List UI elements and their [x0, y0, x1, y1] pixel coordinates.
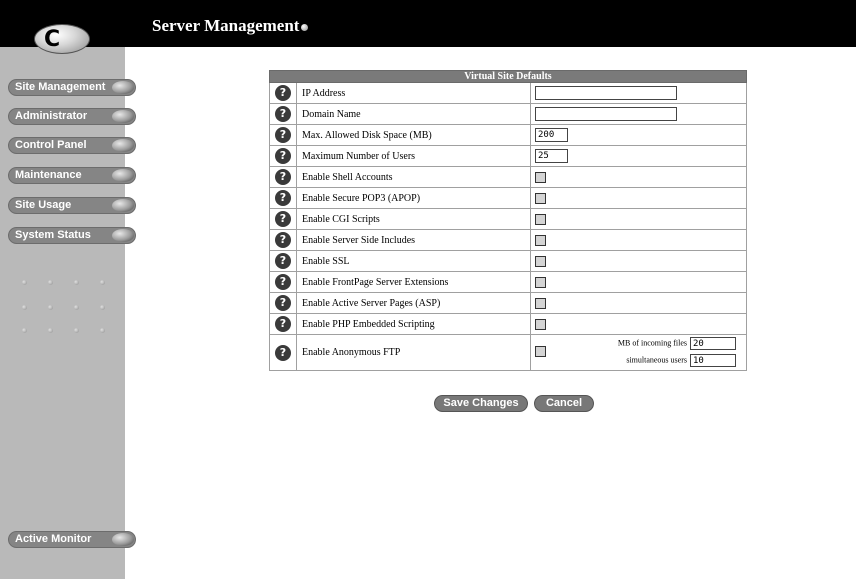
table-title: Virtual Site Defaults: [269, 70, 747, 83]
ftp-incoming-input[interactable]: [690, 337, 736, 350]
sidebar-item-active-monitor[interactable]: Active Monitor: [8, 531, 136, 548]
table-row: ? Maximum Number of Users: [269, 145, 747, 167]
help-icon[interactable]: ?: [275, 148, 291, 164]
decorative-dots: [22, 328, 118, 336]
apop-checkbox[interactable]: [535, 192, 546, 204]
knob-icon: [112, 139, 134, 152]
decorative-dots: [22, 280, 118, 288]
field-label: Enable PHP Embedded Scripting: [296, 313, 531, 335]
knob-icon: [112, 169, 134, 182]
knob-icon: [112, 229, 134, 242]
help-icon[interactable]: ?: [275, 85, 291, 101]
help-icon[interactable]: ?: [275, 316, 291, 332]
sidebar-item-label: Control Panel: [15, 139, 87, 151]
sidebar-item-site-usage[interactable]: Site Usage: [8, 197, 136, 214]
table-row: ? Enable Shell Accounts: [269, 166, 747, 188]
title-dot-icon: [301, 24, 308, 31]
sidebar-item-label: Maintenance: [15, 169, 82, 181]
help-icon[interactable]: ?: [275, 127, 291, 143]
help-icon[interactable]: ?: [275, 232, 291, 248]
help-icon[interactable]: ?: [275, 190, 291, 206]
sidebar-item-label: System Status: [15, 229, 91, 241]
ftp-users-input[interactable]: [690, 354, 736, 367]
decorative-dots: [22, 305, 118, 313]
table-row: ? Max. Allowed Disk Space (MB): [269, 124, 747, 146]
help-icon[interactable]: ?: [275, 211, 291, 227]
table-row: ? Enable CGI Scripts: [269, 208, 747, 230]
table-row: ? Enable SSL: [269, 250, 747, 272]
page-title: Server Management: [152, 16, 300, 35]
cobalt-logo-icon: C: [34, 24, 90, 54]
table-row: ? Enable Server Side Includes: [269, 229, 747, 251]
help-icon[interactable]: ?: [275, 295, 291, 311]
field-label: Domain Name: [296, 103, 531, 125]
table-row: ? Enable Anonymous FTP MB of incoming fi…: [269, 334, 747, 371]
cancel-button[interactable]: Cancel: [534, 395, 594, 412]
knob-icon: [112, 81, 134, 94]
field-label: Enable CGI Scripts: [296, 208, 531, 230]
sidebar-item-label: Site Usage: [15, 199, 72, 211]
knob-icon: [112, 199, 134, 212]
table-row: ? Enable FrontPage Server Extensions: [269, 271, 747, 293]
field-label: Maximum Number of Users: [296, 145, 531, 167]
help-icon[interactable]: ?: [275, 106, 291, 122]
field-label: Enable Active Server Pages (ASP): [296, 292, 531, 314]
sidebar-item-administrator[interactable]: Administrator: [8, 108, 136, 125]
ip-address-input[interactable]: [535, 86, 677, 100]
ssi-checkbox[interactable]: [535, 234, 546, 246]
help-icon[interactable]: ?: [275, 344, 291, 361]
asp-checkbox[interactable]: [535, 297, 546, 309]
ftp-incoming-label: MB of incoming files: [617, 338, 687, 348]
php-checkbox[interactable]: [535, 318, 546, 330]
field-label: Enable Anonymous FTP: [296, 334, 531, 371]
sidebar-item-label: Administrator: [15, 110, 88, 122]
help-icon[interactable]: ?: [275, 169, 291, 185]
save-changes-button[interactable]: Save Changes: [434, 395, 528, 412]
field-label: Enable Server Side Includes: [296, 229, 531, 251]
ssl-checkbox[interactable]: [535, 255, 546, 267]
table-row: ? Enable Secure POP3 (APOP): [269, 187, 747, 209]
table-row: ? Enable PHP Embedded Scripting: [269, 313, 747, 335]
field-label: Enable SSL: [296, 250, 531, 272]
sidebar-item-maintenance[interactable]: Maintenance: [8, 167, 136, 184]
domain-name-input[interactable]: [535, 107, 677, 121]
ftp-users-label: simultaneous users: [626, 355, 687, 365]
shell-accounts-checkbox[interactable]: [535, 171, 546, 183]
sidebar-item-label: Site Management: [15, 81, 106, 93]
knob-icon: [112, 110, 134, 123]
table-row: ? Domain Name: [269, 103, 747, 125]
field-label: Enable Shell Accounts: [296, 166, 531, 188]
field-label: Enable Secure POP3 (APOP): [296, 187, 531, 209]
sidebar-item-control-panel[interactable]: Control Panel: [8, 137, 136, 154]
max-users-input[interactable]: [535, 149, 568, 163]
table-row: ? Enable Active Server Pages (ASP): [269, 292, 747, 314]
virtual-site-defaults-table: Virtual Site Defaults ? IP Address ? Dom…: [269, 70, 747, 371]
field-label: IP Address: [296, 82, 531, 104]
sidebar-item-site-management[interactable]: Site Management: [8, 79, 136, 96]
sidebar-item-label: Active Monitor: [15, 533, 92, 545]
knob-icon: [112, 533, 134, 546]
top-bar: Server Management: [0, 0, 856, 47]
cgi-scripts-checkbox[interactable]: [535, 213, 546, 225]
disk-space-input[interactable]: [535, 128, 568, 142]
anonymous-ftp-checkbox[interactable]: [535, 346, 546, 357]
frontpage-checkbox[interactable]: [535, 276, 546, 288]
sidebar-item-system-status[interactable]: System Status: [8, 227, 136, 244]
help-icon[interactable]: ?: [275, 253, 291, 269]
help-icon[interactable]: ?: [275, 274, 291, 290]
sidebar: Site Management Administrator Control Pa…: [0, 47, 136, 579]
table-row: ? IP Address: [269, 82, 747, 104]
field-label: Enable FrontPage Server Extensions: [296, 271, 531, 293]
field-label: Max. Allowed Disk Space (MB): [296, 124, 531, 146]
